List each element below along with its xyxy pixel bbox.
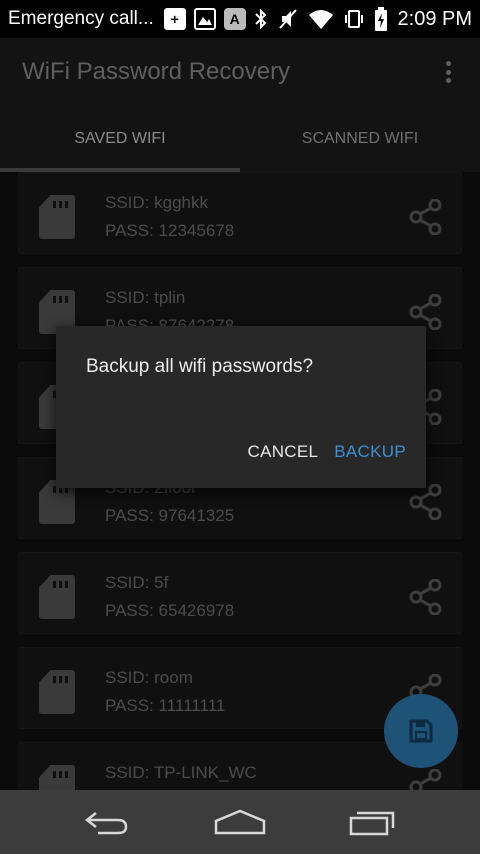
share-icon[interactable] [409,769,443,790]
wifi-icon [308,10,333,29]
wifi-ssid: SSID: TP-LINK_WC [105,763,257,782]
status-bar-carrier-text: Emergency call... [8,8,154,29]
more-vert-icon[interactable] [438,57,458,87]
share-icon[interactable] [409,484,443,520]
wifi-card[interactable]: SSID: kgghkk PASS: 12345678 [18,172,462,254]
recents-button[interactable] [343,802,403,842]
battery-icon [374,7,387,31]
status-bar: Emergency call... + A 2:09 PM [0,0,480,38]
home-button[interactable] [210,802,270,842]
wifi-card[interactable]: SSID: 5f PASS: 65426978 [18,552,462,634]
navigation-bar [0,790,480,854]
dialog-message: Backup all wifi passwords? [86,356,314,377]
wifi-password: PASS: 65426978 [105,601,235,620]
wifi-password: PASS: 12345678 [105,221,235,240]
tab-label: SCANNED WIFI [301,130,419,147]
share-icon[interactable] [409,199,443,235]
image-icon [193,8,216,30]
tab-saved-wifi[interactable]: SAVED WIFI [0,106,240,172]
status-bar-time: 2:09 PM [397,7,472,30]
backup-dialog: Backup all wifi passwords? CANCEL BACKUP [56,326,426,488]
bluetooth-icon [254,8,266,30]
system-icons: 2:09 PM [254,7,472,31]
a-badge-icon: A [223,8,246,30]
wifi-ssid: SSID: tplin [105,288,186,307]
dialog-actions: CANCEL BACKUP [248,442,406,462]
sd-card-icon [39,670,75,714]
wifi-ssid: SSID: room [105,668,193,687]
recents-icon [350,811,395,836]
backup-button[interactable]: BACKUP [334,442,406,462]
share-icon[interactable] [409,579,443,615]
sd-card-icon [39,575,75,619]
back-button[interactable] [77,802,137,842]
app-title: WiFi Password Recovery [22,58,291,85]
wifi-password: PASS: 11111111 [105,696,226,715]
tab-label: SAVED WIFI [74,130,166,147]
share-icon[interactable] [409,294,443,330]
home-icon [214,809,266,835]
tab-scanned-wifi[interactable]: SCANNED WIFI [240,106,480,172]
app-bar: WiFi Password Recovery [0,38,480,106]
cancel-button[interactable]: CANCEL [248,442,319,462]
notification-icons: + A [163,8,246,30]
backup-fab[interactable] [384,694,458,768]
mute-icon [278,9,297,29]
back-icon [84,812,127,835]
sd-card-icon [39,765,75,790]
tab-bar: SAVED WIFI SCANNED WIFI [0,106,480,172]
wifi-password: PASS: 97641325 [105,506,235,525]
wifi-ssid: SSID: kgghkk [105,193,208,212]
sd-card-icon [39,195,75,239]
wifi-ssid: SSID: 5f [105,573,169,592]
save-icon [409,719,433,743]
plus-icon: + [163,8,186,30]
vibrate-icon [344,10,363,28]
